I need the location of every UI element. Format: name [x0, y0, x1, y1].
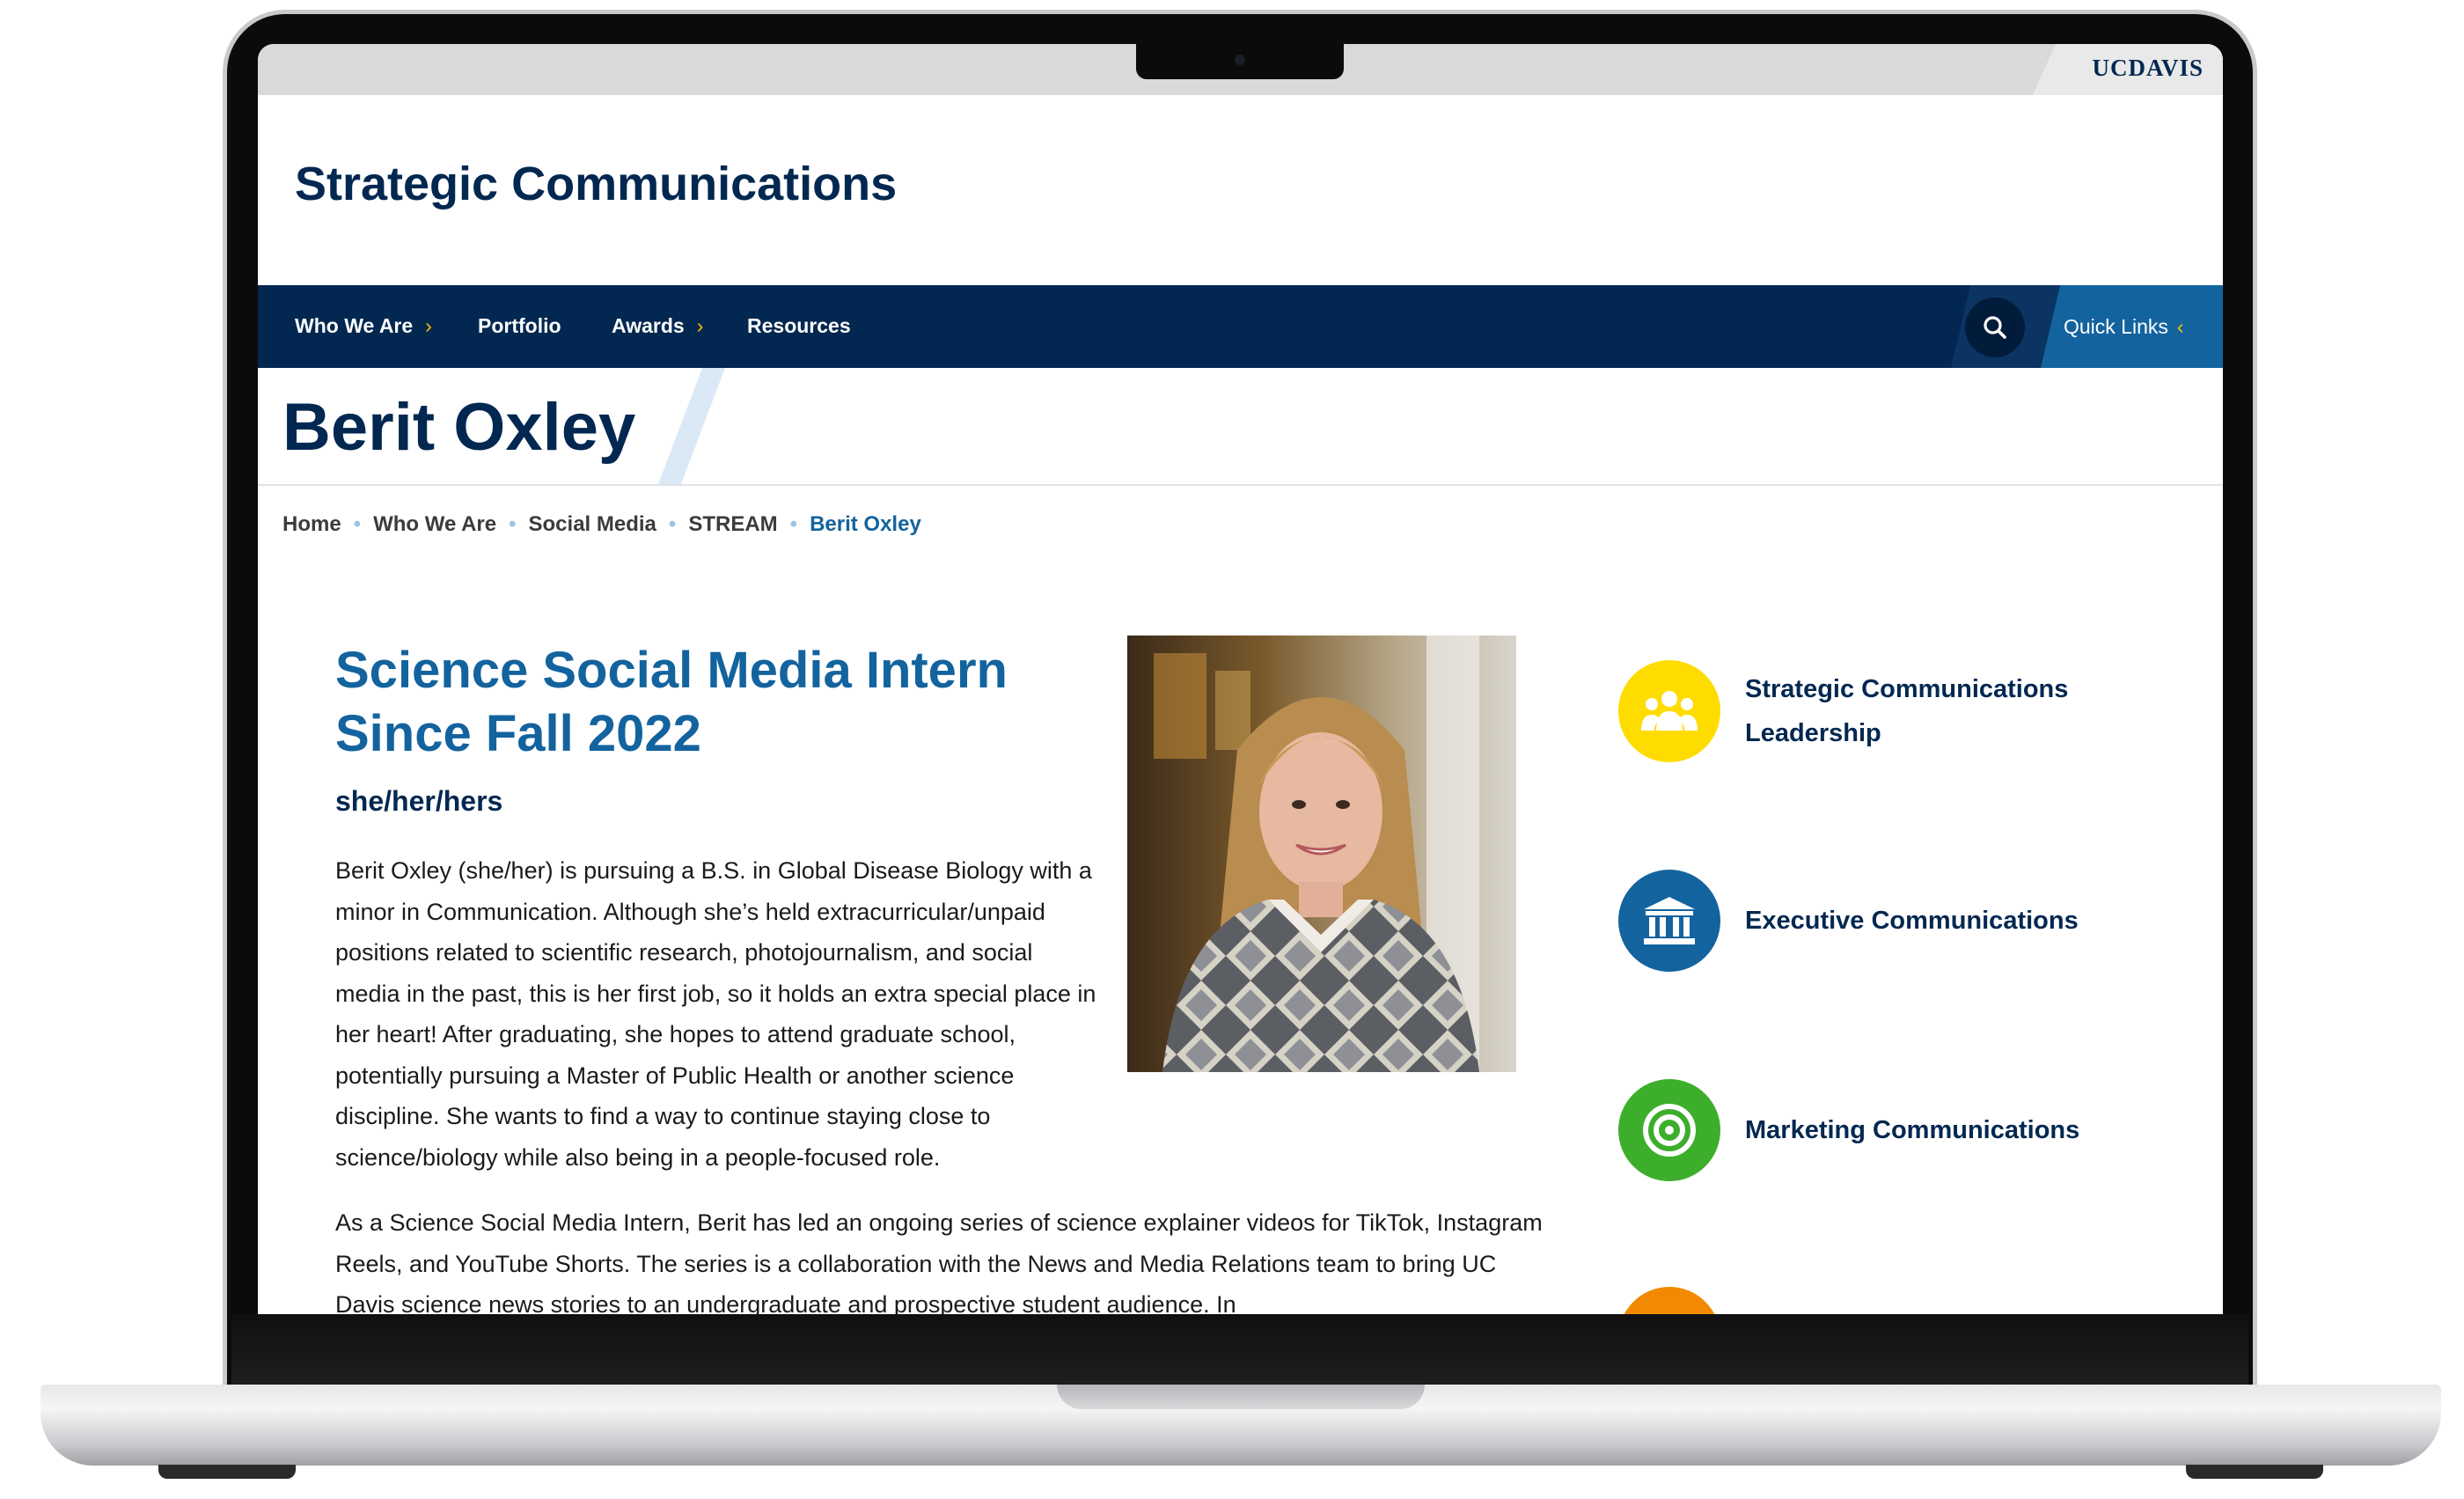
- nav-item-who-we-are[interactable]: Who We Are ›: [295, 314, 432, 338]
- sidebar-item-label: Marketing Communications: [1745, 1116, 2080, 1144]
- site-title[interactable]: Strategic Communications: [295, 157, 897, 211]
- sidebar-item-label: Strategic Communications Leadership: [1745, 675, 2069, 747]
- people-group-icon: [1618, 660, 1720, 762]
- search-button[interactable]: [1965, 298, 2025, 357]
- breadcrumb-social-media[interactable]: Social Media: [529, 512, 656, 536]
- institution-icon: [1618, 870, 1720, 972]
- breadcrumb-separator: •: [789, 512, 798, 536]
- chevron-left-icon: ‹: [2176, 315, 2184, 338]
- camera-icon: [1235, 55, 1245, 65]
- role-line-1: Science Social Media Intern: [335, 642, 1008, 699]
- breadcrumb-current: Berit Oxley: [810, 512, 921, 536]
- laptop-foot: [2186, 1465, 2323, 1479]
- main-nav: Who We Are › Portfolio Awards › Resources …: [258, 285, 2223, 368]
- nav-item-label: Awards: [612, 314, 685, 337]
- target-icon: [1618, 1079, 1720, 1181]
- nav-item-label: Portfolio: [478, 314, 561, 337]
- nav-item-awards[interactable]: Awards ›: [612, 314, 703, 338]
- breadcrumb: Home • Who We Are • Social Media • STREAM • Beri…: [282, 512, 921, 537]
- breadcrumb-stream[interactable]: STREAM: [688, 512, 777, 536]
- bio-paragraph-2: As a Science Social Media Intern, Berit …: [335, 1209, 1543, 1314]
- sidebar-item-marketing[interactable]: Marketing Communications: [1618, 1079, 2115, 1181]
- breadcrumb-separator: •: [668, 512, 677, 536]
- sidebar-item-label: Executive Communications: [1745, 907, 2079, 935]
- quick-links-text: Quick Links: [2064, 315, 2168, 338]
- sidebar-item-leadership[interactable]: Strategic Communications Leadership: [1618, 660, 2115, 762]
- ucdavis-logo[interactable]: UCDAVIS: [2092, 55, 2204, 82]
- page-title: Berit Oxley: [282, 390, 636, 465]
- laptop-opening-notch: [1057, 1385, 1425, 1409]
- chevron-right-icon: ›: [696, 314, 704, 337]
- partial-icon: [1618, 1287, 1720, 1314]
- university-logo-tab[interactable]: UCDAVIS: [2033, 44, 2223, 95]
- laptop-foot: [158, 1465, 296, 1479]
- role-line-2: Since Fall 2022: [335, 705, 701, 762]
- breadcrumb-home[interactable]: Home: [282, 512, 341, 536]
- chevron-right-icon: ›: [425, 314, 432, 337]
- search-icon: [1984, 316, 2006, 339]
- sidebar-item-partial[interactable]: [1618, 1287, 2115, 1314]
- browser-viewport: UCDAVIS Strategic Communications Who We …: [258, 44, 2223, 1314]
- breadcrumb-separator: •: [353, 512, 362, 536]
- nav-item-portfolio[interactable]: Portfolio: [478, 314, 561, 338]
- quick-links-label[interactable]: Quick Links ‹: [2064, 315, 2184, 339]
- breadcrumb-who-we-are[interactable]: Who We Are: [373, 512, 496, 536]
- nav-item-label: Resources: [747, 314, 851, 337]
- nav-item-resources[interactable]: Resources: [747, 314, 851, 338]
- sidebar-item-executive[interactable]: Executive Communications: [1618, 870, 2115, 972]
- camera-notch: [1136, 44, 1344, 79]
- pronouns: she/her/hers: [335, 785, 503, 817]
- nav-item-label: Who We Are: [295, 314, 414, 337]
- breadcrumb-separator: •: [509, 512, 517, 536]
- laptop-bezel-chin: [231, 1314, 2248, 1385]
- bio-paragraph-1: Berit Oxley (she/her) is pursuing a B.S.…: [335, 857, 1096, 1171]
- profile-photo: [1127, 636, 1516, 1072]
- role-title: Science Social Media Intern Since Fall 2…: [335, 639, 1110, 766]
